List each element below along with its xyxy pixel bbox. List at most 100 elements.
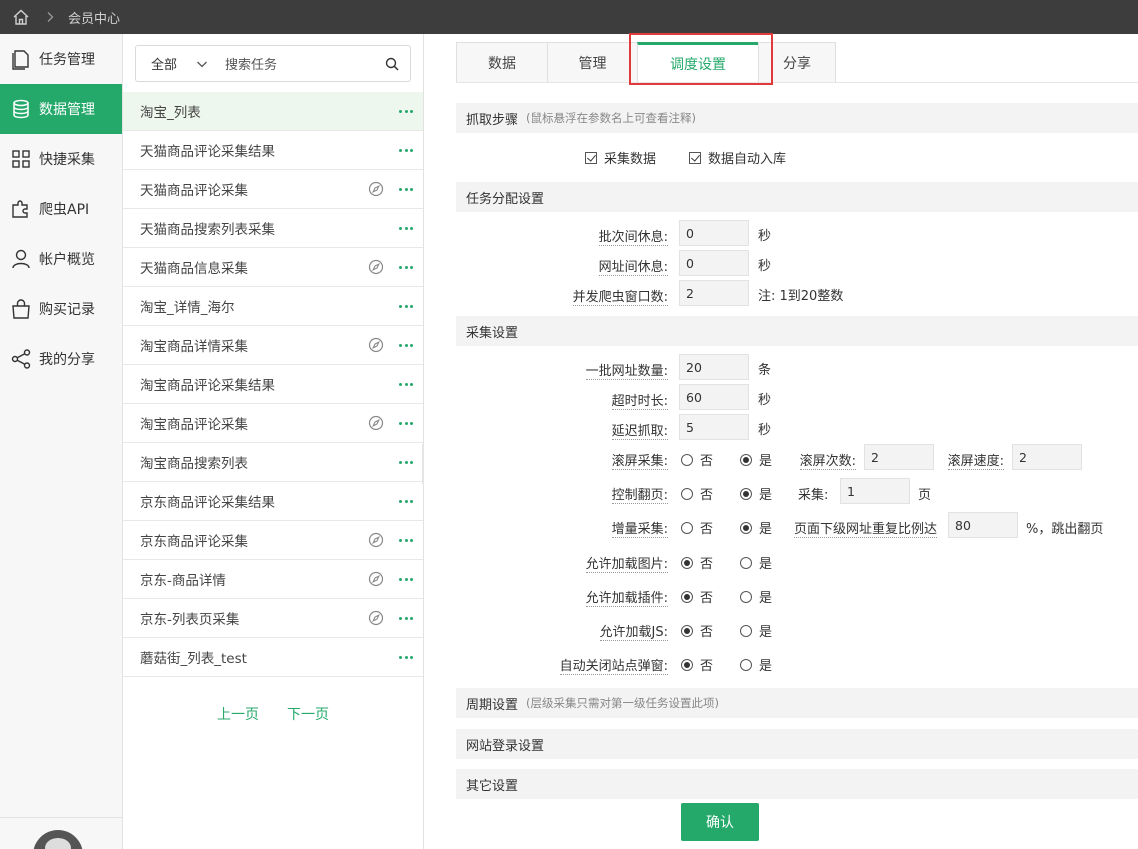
tab-manage[interactable]: 管理: [547, 42, 638, 83]
checkbox-label: 数据自动入库: [708, 152, 787, 167]
sidebar-item-quick-collect[interactable]: 快捷采集: [0, 134, 122, 184]
task-row[interactable]: 淘宝_详情_海尔: [123, 287, 423, 326]
task-row[interactable]: 京东-商品详情: [123, 560, 423, 599]
allow-plugins-no-radio[interactable]: 否: [681, 587, 713, 606]
share-icon: [10, 348, 32, 370]
batch-rest-input[interactable]: 0: [679, 220, 749, 246]
delay-input[interactable]: 5: [679, 414, 749, 440]
tab-data[interactable]: 数据: [456, 42, 548, 83]
search-input[interactable]: 搜索任务: [225, 54, 384, 73]
more-icon[interactable]: [399, 611, 413, 625]
timeout-input[interactable]: 60: [679, 384, 749, 410]
home-icon[interactable]: [12, 8, 30, 26]
task-name: 淘宝商品搜索列表: [140, 456, 248, 472]
section-login-settings[interactable]: 网站登录设置: [456, 729, 1138, 759]
sidebar-item-data-management[interactable]: 数据管理: [0, 84, 122, 134]
compass-icon[interactable]: [368, 181, 384, 197]
allow-js-label: 允许加载JS:: [599, 625, 668, 641]
task-row[interactable]: 蘑菇街_列表_test: [123, 638, 423, 677]
collect-data-checkbox[interactable]: 采集数据: [585, 148, 656, 167]
section-note: (鼠标悬浮在参数名上可查看注释): [526, 111, 696, 125]
sidebar-item-purchase-history[interactable]: 购买记录: [0, 284, 122, 334]
more-icon[interactable]: [399, 338, 413, 352]
task-row[interactable]: 淘宝商品搜索列表: [123, 443, 423, 482]
sidebar-item-my-shares[interactable]: 我的分享: [0, 334, 122, 384]
sidebar-item-crawler-api[interactable]: 爬虫API: [0, 184, 122, 234]
url-rest-input[interactable]: 0: [679, 250, 749, 276]
section-period-settings[interactable]: 周期设置 (层级采集只需对第一级任务设置此项): [456, 688, 1138, 718]
more-icon[interactable]: [399, 182, 413, 196]
prev-page-link[interactable]: 上一页: [217, 704, 259, 724]
chevron-down-icon[interactable]: [196, 58, 208, 70]
allow-js-no-radio[interactable]: 否: [681, 621, 713, 640]
allow-images-yes-radio[interactable]: 是: [740, 553, 772, 572]
more-icon[interactable]: [399, 455, 413, 469]
radio-icon: [681, 487, 693, 500]
paging-yes-radio[interactable]: 是: [740, 484, 772, 503]
task-row[interactable]: 淘宝商品评论采集结果: [123, 365, 423, 404]
concurrency-input[interactable]: 2: [679, 280, 749, 306]
more-icon[interactable]: [399, 416, 413, 430]
compass-icon[interactable]: [368, 259, 384, 275]
paging-no-radio[interactable]: 否: [681, 484, 713, 503]
more-icon[interactable]: [399, 572, 413, 586]
allow-images-no-radio[interactable]: 否: [681, 553, 713, 572]
more-icon[interactable]: [399, 650, 413, 664]
sidebar-item-label: 数据管理: [39, 102, 95, 118]
task-row[interactable]: 天猫商品搜索列表采集: [123, 209, 423, 248]
incremental-ratio-input[interactable]: 80: [948, 512, 1018, 538]
auto-store-checkbox[interactable]: 数据自动入库: [689, 148, 786, 167]
allow-plugins-label: 允许加载插件:: [585, 591, 668, 607]
section-other-settings[interactable]: 其它设置: [456, 769, 1138, 799]
task-row[interactable]: 京东商品评论采集结果: [123, 482, 423, 521]
next-page-link[interactable]: 下一页: [287, 704, 329, 724]
more-icon[interactable]: [399, 221, 413, 235]
more-icon[interactable]: [399, 533, 413, 547]
task-row[interactable]: 淘宝商品评论采集: [123, 404, 423, 443]
sidebar-item-account-overview[interactable]: 帐户概览: [0, 234, 122, 284]
paging-count-input[interactable]: 1: [840, 478, 910, 504]
task-list: 淘宝_列表 天猫商品评论采集结果 天猫商品评论采集 天猫商品搜索列表采集 天猫商品信息采…: [123, 92, 423, 677]
batch-size-unit: 条: [758, 363, 772, 378]
more-icon[interactable]: [399, 494, 413, 508]
task-name: 京东商品评论采集结果: [140, 495, 275, 511]
schedule-settings-panel: 数据 管理 调度设置 分享 抓取步骤 (鼠标悬浮在参数名上可查看注释) 采集数据…: [424, 33, 1138, 849]
radio-icon: [681, 521, 693, 534]
sidebar-item-label: 购买记录: [39, 302, 95, 318]
compass-icon[interactable]: [368, 532, 384, 548]
more-icon[interactable]: [399, 260, 413, 274]
auto-close-popup-yes-radio[interactable]: 是: [740, 655, 772, 674]
sidebar-item-task-management[interactable]: 任务管理: [0, 34, 122, 84]
task-row[interactable]: 淘宝_列表: [123, 92, 423, 131]
more-icon[interactable]: [399, 104, 413, 118]
compass-icon[interactable]: [368, 337, 384, 353]
batch-size-input[interactable]: 20: [679, 354, 749, 380]
compass-icon[interactable]: [368, 571, 384, 587]
incremental-yes-radio[interactable]: 是: [740, 518, 772, 537]
section-task-distribution: 任务分配设置: [456, 182, 1138, 212]
task-row[interactable]: 天猫商品信息采集: [123, 248, 423, 287]
more-icon[interactable]: [399, 299, 413, 313]
task-row[interactable]: 天猫商品评论采集结果: [123, 131, 423, 170]
allow-js-yes-radio[interactable]: 是: [740, 621, 772, 640]
radio-icon: [740, 556, 752, 569]
compass-icon[interactable]: [368, 610, 384, 626]
avatar[interactable]: [33, 830, 83, 849]
scope-select[interactable]: 全部: [136, 54, 196, 73]
compass-icon[interactable]: [368, 415, 384, 431]
incremental-no-radio[interactable]: 否: [681, 518, 713, 537]
breadcrumb[interactable]: 会员中心: [68, 8, 120, 27]
task-row[interactable]: 京东-列表页采集: [123, 599, 423, 638]
more-icon[interactable]: [399, 143, 413, 157]
auto-close-popup-no-radio[interactable]: 否: [681, 655, 713, 674]
allow-plugins-yes-radio[interactable]: 是: [740, 587, 772, 606]
batch-size-label: 一批网址数量:: [585, 364, 668, 380]
more-icon[interactable]: [399, 377, 413, 391]
search-icon[interactable]: [384, 56, 400, 72]
confirm-button[interactable]: 确认: [681, 803, 759, 841]
task-row[interactable]: 淘宝商品详情采集: [123, 326, 423, 365]
highlight-box: [629, 33, 773, 85]
task-row[interactable]: 天猫商品评论采集: [123, 170, 423, 209]
scroll-speed-input[interactable]: 2: [1012, 444, 1082, 470]
task-row[interactable]: 京东商品评论采集: [123, 521, 423, 560]
